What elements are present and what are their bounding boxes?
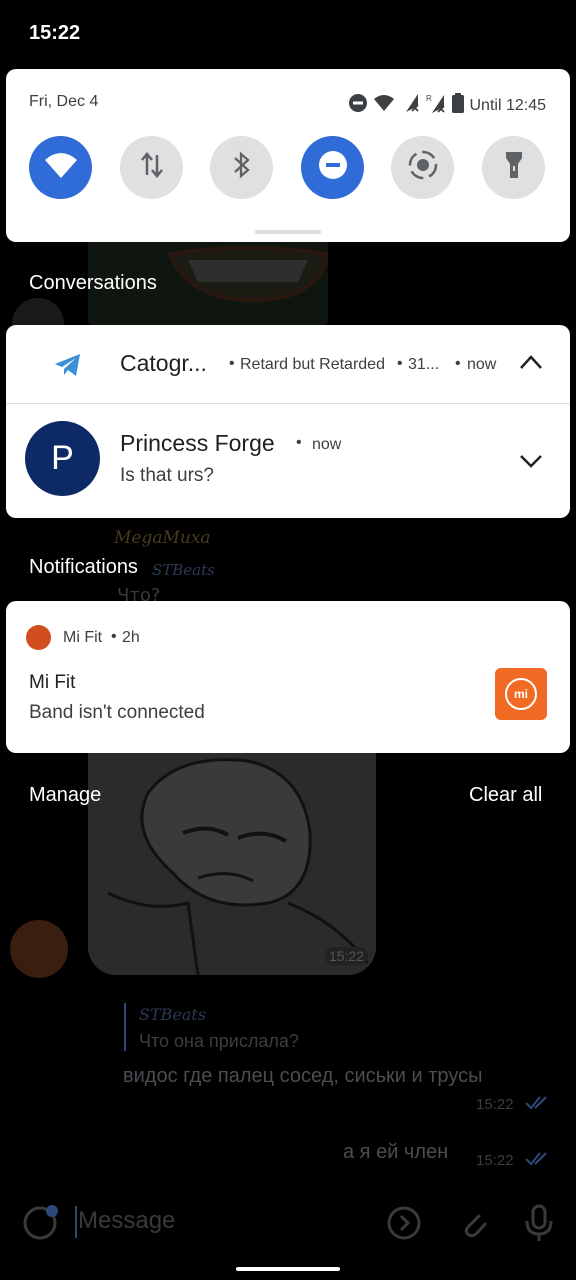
microphone-icon[interactable]: [522, 1203, 556, 1248]
telegram-time: now: [467, 356, 497, 373]
signal-roaming-x-icon: R: [426, 93, 446, 118]
bg-reply2-name: STBeats: [139, 1005, 207, 1024]
collapse-chevron-icon[interactable]: [519, 354, 543, 375]
qs-status-icons: R Until 12:45: [348, 93, 547, 118]
qs-date[interactable]: Fri, Dec 4: [29, 93, 98, 111]
meme-face-icon: [107, 758, 370, 975]
manage-button[interactable]: Manage: [29, 784, 101, 807]
message-input[interactable]: Message: [78, 1207, 175, 1235]
conversations-header: Conversations: [29, 272, 157, 294]
bullet-separator: •: [397, 355, 403, 372]
bg-sender-name: MegaMuxa: [114, 528, 211, 548]
svg-text:R: R: [426, 94, 432, 103]
mi-logo-text: mi: [513, 687, 528, 701]
wifi-icon: [44, 152, 77, 183]
telegram-notification-header[interactable]: Catogr... • Retard but Retarded • 31... …: [6, 325, 570, 404]
bg-msg1: видос где палец сосед, сиськи и трусы: [123, 1065, 483, 1087]
read-check-icon: [524, 1150, 552, 1171]
battery-text: Until 12:45: [469, 96, 547, 114]
wifi-tile[interactable]: [29, 136, 92, 199]
sender-name: Princess Forge: [120, 430, 275, 456]
message-row[interactable]: P Princess Forge • now Is that urs?: [6, 404, 570, 517]
auto-rotate-icon: [407, 149, 439, 186]
message-cursor: [75, 1206, 77, 1238]
bullet-separator: •: [455, 355, 461, 372]
message-time: now: [312, 436, 342, 453]
mifit-time: 2h: [122, 629, 140, 646]
meme-image: 15:22: [88, 753, 376, 975]
dnd-status-icon: [348, 93, 368, 118]
expand-chevron-icon[interactable]: [519, 453, 543, 474]
bullet-separator: •: [296, 434, 302, 451]
qs-drag-handle[interactable]: [255, 230, 321, 234]
mifit-app-icon: [26, 625, 51, 650]
read-check-icon: [524, 1094, 552, 1115]
flashlight-tile[interactable]: [482, 136, 545, 199]
bg-msg2: а я ей член: [343, 1141, 449, 1163]
status-time: 15:22: [29, 22, 81, 44]
notifications-header: Notifications: [29, 556, 138, 578]
message-text: Is that urs?: [120, 465, 214, 486]
telegram-group-name: Retard but Retarded: [240, 356, 385, 373]
signal-x-icon: [400, 94, 420, 117]
bg-msg2-time: 15:22: [476, 1152, 514, 1169]
sender-avatar: [10, 920, 68, 978]
mifit-text: Band isn't connected: [29, 702, 205, 723]
bot-command-icon[interactable]: [386, 1205, 422, 1246]
mifit-app-name: Mi Fit: [63, 629, 103, 646]
conversation-card[interactable]: Catogr... • Retard but Retarded • 31... …: [6, 325, 570, 518]
do-not-disturb-icon: [318, 150, 348, 185]
bluetooth-tile[interactable]: [210, 136, 273, 199]
reply-bar: [124, 1003, 126, 1051]
bluetooth-icon: [232, 150, 252, 185]
quick-settings-panel: Fri, Dec 4 R Until 12:45: [6, 69, 570, 242]
sender-avatar-small: [12, 298, 64, 328]
bg-msg1-time: 15:22: [476, 1096, 514, 1113]
meme-time: 15:22: [324, 947, 368, 965]
bullet-separator: •: [111, 628, 117, 645]
avatar: P: [25, 421, 100, 496]
attach-icon[interactable]: [456, 1205, 492, 1246]
mifit-title: Mi Fit: [29, 672, 76, 693]
telegram-app-name: Catogr...: [120, 350, 207, 376]
bg-reply-name: STBeats: [152, 561, 215, 579]
auto-rotate-tile[interactable]: [391, 136, 454, 199]
telegram-icon: [54, 353, 82, 382]
mi-logo-ring: mi: [505, 678, 537, 710]
mifit-large-icon: mi: [495, 668, 547, 720]
mifit-notification[interactable]: Mi Fit • 2h Mi Fit Band isn't connected …: [6, 601, 570, 753]
battery-icon: [451, 93, 464, 118]
flashlight-icon: [504, 150, 524, 185]
bg-reply2-text: Что она прислала?: [139, 1031, 299, 1051]
clear-all-button[interactable]: Clear all: [469, 784, 542, 807]
bullet-separator: •: [229, 355, 235, 372]
wifi-status-icon: [373, 94, 394, 117]
emoji-icon[interactable]: [22, 1205, 58, 1246]
mobile-data-tile[interactable]: [120, 136, 183, 199]
nav-gesture-bar[interactable]: [236, 1267, 340, 1271]
telegram-count: 31...: [408, 356, 440, 373]
data-arrows-icon: [139, 151, 165, 184]
do-not-disturb-tile[interactable]: [301, 136, 364, 199]
